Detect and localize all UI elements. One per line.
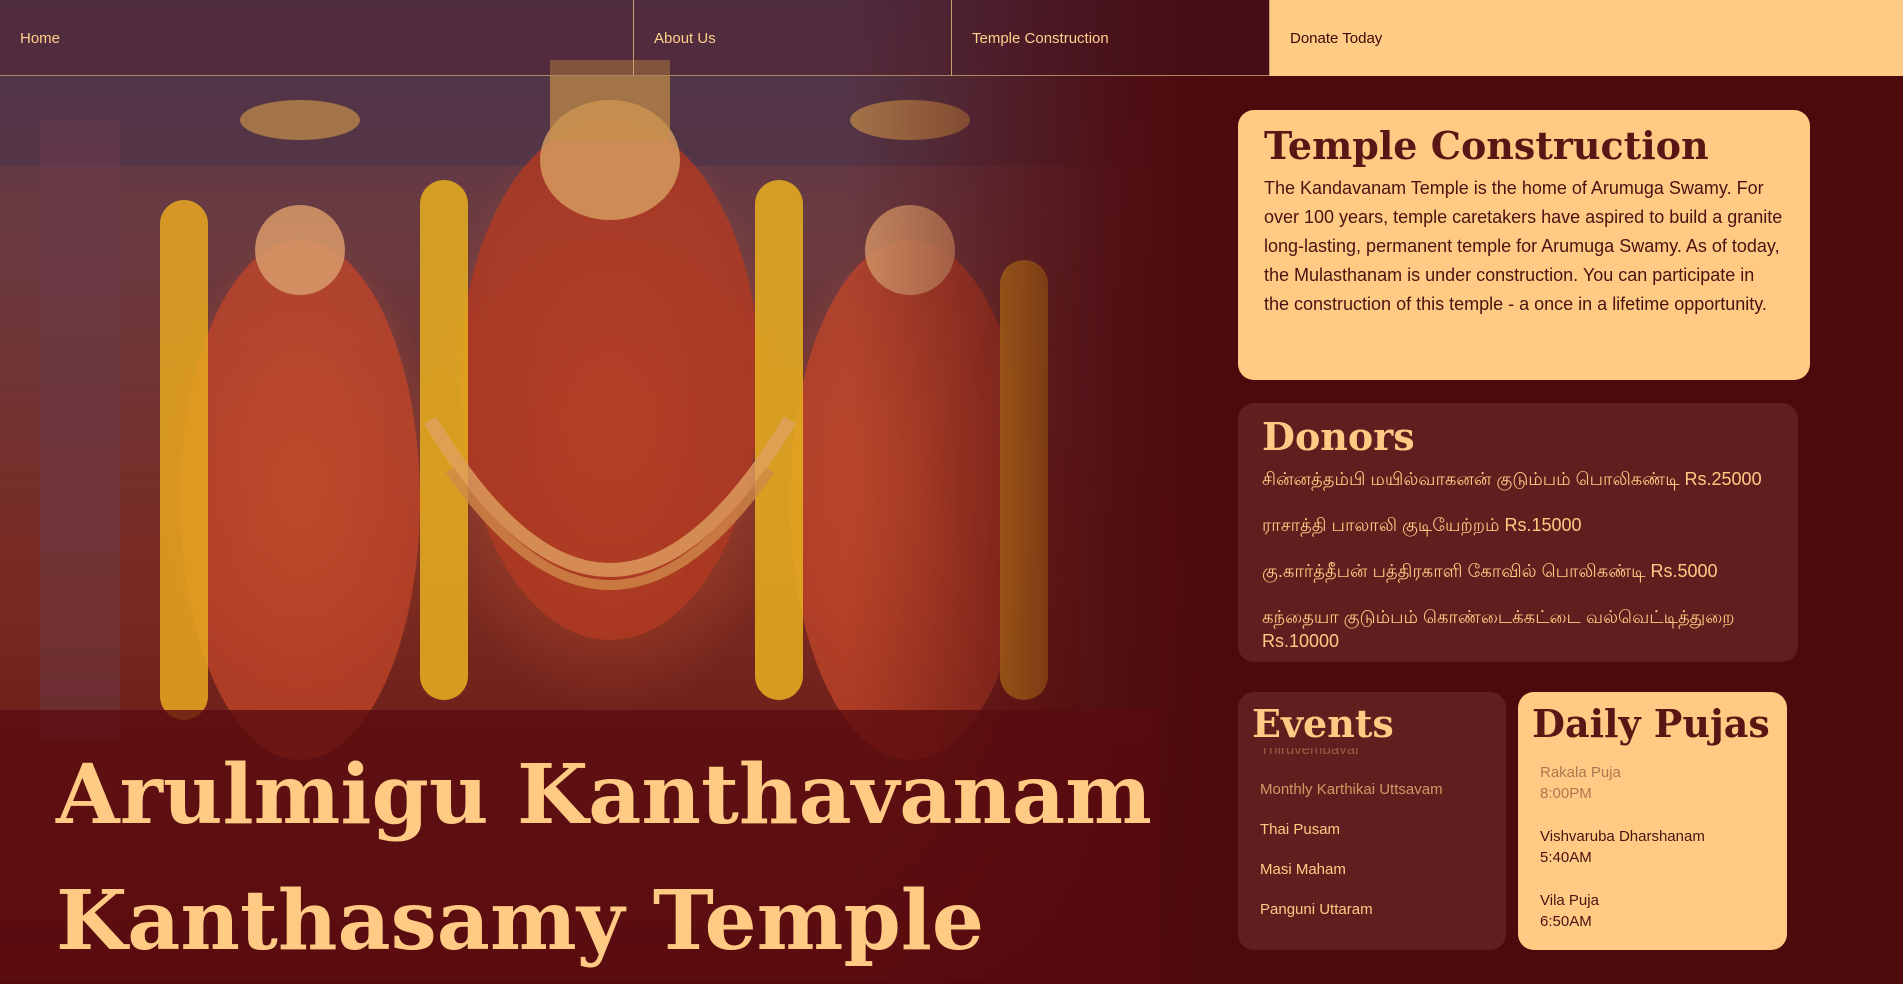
puja-name: Vila Puja — [1540, 892, 1599, 909]
event-item: Thiruvembavai — [1260, 748, 1359, 758]
puja-item: Rakala Puja 8:00PM — [1532, 762, 1773, 804]
event-item: Masi Maham — [1260, 861, 1346, 878]
event-item: Panguni Uttaram — [1260, 901, 1373, 918]
donor-item: கந்தையா குடும்பம் கொண்டைக்கட்டை வல்வெட்ட… — [1262, 607, 1735, 651]
nav-home[interactable]: Home — [0, 0, 634, 76]
nav-about-us[interactable]: About Us — [634, 0, 952, 76]
page-title: Arulmigu Kanthavanam Kanthasamy Temple — [56, 747, 1152, 969]
donate-today-button[interactable]: Donate Today — [1270, 0, 1903, 76]
event-item: Monthly Karthikai Uttsavam — [1260, 781, 1443, 798]
construction-card: Temple Construction The Kandavanam Templ… — [1238, 110, 1810, 380]
puja-time: 8:00PM — [1540, 785, 1592, 802]
event-item: Thai Pusam — [1260, 821, 1341, 838]
puja-time: 5:40AM — [1540, 849, 1592, 866]
top-nav: Home About Us Temple Construction Donate… — [0, 0, 1903, 76]
donors-title: Donors — [1262, 414, 1415, 459]
events-title: Events — [1252, 701, 1394, 746]
donors-card[interactable]: Donors சின்னத்தம்பி மயில்வாகனன் குடும்பம… — [1238, 403, 1798, 662]
construction-title: Temple Construction — [1264, 123, 1709, 168]
events-card[interactable]: Events Thiruvembavai Monthly Karthikai U… — [1238, 692, 1506, 950]
puja-item: Vishvaruba Dharshanam 5:40AM — [1532, 826, 1773, 868]
puja-item: Vila Puja 6:50AM — [1532, 890, 1773, 932]
puja-time: 6:50AM — [1540, 913, 1592, 930]
nav-temple-construction[interactable]: Temple Construction — [952, 0, 1270, 76]
donor-item: சின்னத்தம்பி மயில்வாகனன் குடும்பம் பொலிக… — [1262, 469, 1762, 489]
pujas-title: Daily Pujas — [1532, 701, 1770, 746]
donor-item: ராசாத்தி பாலாலி குடியேற்றம் Rs.15000 — [1262, 515, 1582, 535]
puja-name: Rakala Puja — [1540, 764, 1621, 781]
construction-body: The Kandavanam Temple is the home of Aru… — [1264, 178, 1783, 314]
events-list[interactable]: Thiruvembavai Monthly Karthikai Uttsavam… — [1252, 748, 1492, 938]
donor-item: கு.கார்த்தீபன் பத்திரகாளி கோவில் பொலிகண்… — [1262, 561, 1718, 581]
puja-name: Vishvaruba Dharshanam — [1540, 828, 1705, 845]
daily-pujas-card[interactable]: Daily Pujas Rakala Puja 8:00PM Vishvarub… — [1518, 692, 1787, 950]
